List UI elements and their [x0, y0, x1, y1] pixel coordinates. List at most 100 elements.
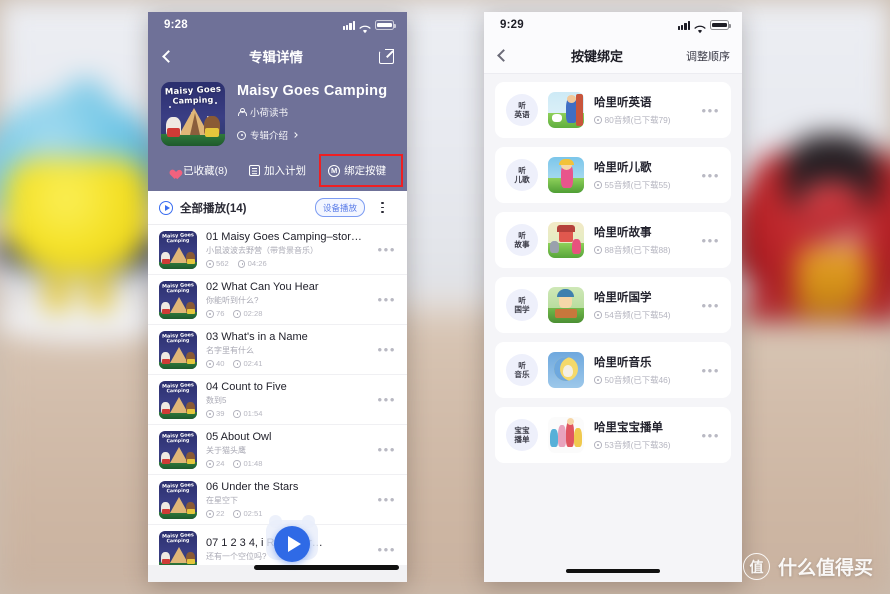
thumb-line2: Camping	[166, 388, 190, 394]
play-count-icon	[206, 310, 214, 318]
page-title: 专辑详情	[249, 50, 303, 65]
track-subtitle: 名字里有什么	[206, 346, 254, 356]
album-cover-art[interactable]: Maisy Goes Camping	[161, 82, 225, 146]
key-badge-line1: 听	[518, 361, 526, 370]
thumb-line2: Camping	[166, 538, 190, 544]
right-phone-header: 9:29 按键绑定 调整顺序	[484, 12, 742, 74]
favorite-button[interactable]: 已收藏(8)	[158, 159, 238, 182]
table-row[interactable]: Maisy Goes Camping 04 Count to Five 数到5 …	[148, 375, 407, 425]
track-list[interactable]: Maisy Goes Camping 01 Maisy Goes Camping…	[148, 225, 407, 565]
audio-count-icon	[594, 181, 602, 189]
share-icon[interactable]	[379, 49, 394, 64]
watermark: 值 什么值得买	[742, 553, 873, 580]
binding-title: 哈里听国学	[594, 292, 652, 304]
play-count-icon	[206, 260, 214, 268]
row-menu-button[interactable]: •••	[698, 168, 720, 183]
red-highlight-box	[319, 154, 404, 187]
key-badge-line1: 听	[518, 296, 526, 305]
row-menu-button[interactable]: •••	[698, 428, 720, 443]
row-menu-button[interactable]: •••	[374, 392, 396, 407]
play-icon[interactable]	[274, 526, 310, 562]
scroll-drag-bar[interactable]	[254, 565, 399, 570]
album-thumbnail	[548, 92, 584, 128]
play-circle-icon[interactable]	[159, 200, 173, 215]
clock-icon	[233, 410, 241, 418]
key-badge-line1: 听	[518, 166, 526, 175]
add-to-plan-button[interactable]: 加入计划	[238, 159, 318, 182]
list-item[interactable]: 听 英语 哈里听英语 80音频(已下载79) •••	[495, 82, 731, 138]
track-title: 01 Maisy Goes Camping–story…	[206, 230, 365, 243]
row-menu-button[interactable]: •••	[374, 342, 396, 357]
row-menu-button[interactable]: •••	[374, 442, 396, 457]
clock-icon	[233, 360, 241, 368]
row-menu-button[interactable]: •••	[698, 103, 720, 118]
play-count-icon	[206, 510, 214, 518]
left-phone-header: 9:28 专辑详情 Maisy Goes Camping Maisy Goes …	[148, 12, 407, 191]
play-all-label[interactable]: 全部播放(14)	[180, 200, 308, 216]
row-menu-button[interactable]: •••	[698, 298, 720, 313]
album-cover-line2: Camping	[172, 95, 214, 106]
wifi-icon	[694, 21, 706, 33]
track-subtitle: 你能听到什么?	[206, 296, 259, 306]
track-duration: 02:28	[243, 309, 263, 319]
album-action-row: 已收藏(8) 加入计划 M 绑定按键	[148, 154, 407, 191]
track-thumbnail: Maisy Goes Camping	[159, 530, 197, 565]
key-badge[interactable]: 听 英语	[506, 94, 538, 126]
row-menu-button[interactable]: •••	[374, 292, 396, 307]
list-item[interactable]: 听 儿歌 哈里听儿歌 55音频(已下载55) •••	[495, 147, 731, 203]
key-badge[interactable]: 宝宝 播单	[506, 419, 538, 451]
album-author-label: 小荷读书	[250, 108, 289, 119]
album-author: 小荷读书	[237, 105, 394, 119]
device-play-button[interactable]: 设备播放	[314, 198, 365, 217]
add-to-plan-label: 加入计划	[264, 165, 306, 177]
bind-key-button[interactable]: M 绑定按键	[317, 154, 404, 187]
key-badge[interactable]: 听 故事	[506, 224, 538, 256]
track-plays: 22	[216, 509, 225, 519]
key-badge-line2: 播单	[514, 435, 530, 444]
row-menu-button[interactable]: •••	[374, 492, 396, 507]
album-intro-link[interactable]: 专辑介绍	[237, 128, 394, 142]
nav-bar: 按键绑定 调整顺序	[484, 38, 742, 74]
nav-bar: 专辑详情	[148, 38, 407, 74]
list-item[interactable]: 听 音乐 哈里听音乐 50音频(已下载46) •••	[495, 342, 731, 398]
track-subtitle: 数到5	[206, 396, 227, 406]
key-badge[interactable]: 听 儿歌	[506, 159, 538, 191]
track-title: 05 About Owl	[206, 430, 272, 443]
chevron-right-icon	[292, 132, 298, 138]
row-menu-button[interactable]: •••	[698, 233, 720, 248]
clock-icon	[233, 510, 241, 518]
track-plays: 562	[216, 259, 229, 269]
clock-icon	[233, 460, 241, 468]
key-badge[interactable]: 听 音乐	[506, 354, 538, 386]
chevron-left-icon[interactable]	[162, 49, 175, 63]
track-duration: 04:26	[247, 259, 267, 269]
track-title: 06 Under the Stars	[206, 480, 299, 493]
adjust-order-button[interactable]: 调整顺序	[686, 48, 730, 64]
thumb-line2: Camping	[166, 338, 190, 344]
phone-screenshot-album-detail: 9:28 专辑详情 Maisy Goes Camping Maisy Goes …	[148, 12, 407, 582]
table-row[interactable]: Maisy Goes Camping 03 What's in a Name 名…	[148, 325, 407, 375]
mini-player-float[interactable]	[266, 515, 318, 566]
key-badge[interactable]: 听 国学	[506, 289, 538, 321]
list-sort-icon[interactable]	[381, 202, 396, 213]
row-menu-button[interactable]: •••	[698, 363, 720, 378]
binding-meta: 54音频(已下载54)	[604, 310, 671, 320]
row-menu-button[interactable]: •••	[374, 542, 396, 557]
track-thumbnail: Maisy Goes Camping	[159, 280, 197, 319]
binding-list[interactable]: 听 英语 哈里听英语 80音频(已下载79) ••• 听 儿歌 哈里听儿歌 55…	[484, 74, 742, 582]
wifi-icon	[359, 21, 371, 33]
track-title: 02 What Can You Hear	[206, 280, 319, 293]
list-item[interactable]: 听 故事 哈里听故事 88音频(已下载88) •••	[495, 212, 731, 268]
track-plays: 76	[216, 309, 225, 319]
list-item[interactable]: 宝宝 播单 哈里宝宝播单 53音频(已下载36) •••	[495, 407, 731, 463]
list-item[interactable]: 听 国学 哈里听国学 54音频(已下载54) •••	[495, 277, 731, 333]
status-time: 9:28	[164, 19, 188, 31]
clock-icon	[237, 260, 246, 268]
track-duration: 02:41	[243, 359, 263, 369]
table-row[interactable]: Maisy Goes Camping 01 Maisy Goes Camping…	[148, 225, 407, 275]
chevron-left-icon[interactable]	[497, 49, 510, 62]
table-row[interactable]: Maisy Goes Camping 02 What Can You Hear …	[148, 275, 407, 325]
person-icon	[237, 107, 248, 117]
row-menu-button[interactable]: •••	[374, 242, 396, 257]
table-row[interactable]: Maisy Goes Camping 05 About Owl 关于猫头鹰 24…	[148, 425, 407, 475]
